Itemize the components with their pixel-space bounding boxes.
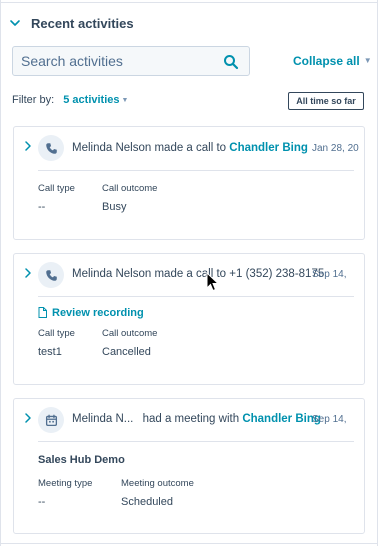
filter-bar: Filter by: 5 activities ▼ xyxy=(12,94,128,106)
filter-label: Filter by: xyxy=(12,94,55,106)
activities-filter-label: 5 activities xyxy=(63,94,120,106)
field-value[interactable]: test1 xyxy=(38,346,62,358)
activity-card[interactable]: Melinda Nelson made a call to Chandler B… xyxy=(13,126,365,240)
field-value[interactable]: -- xyxy=(38,496,45,508)
field-value[interactable]: -- xyxy=(38,201,45,213)
time-filter-button[interactable]: All time so far xyxy=(288,92,364,110)
activity-date: Sep 14, xyxy=(312,269,347,280)
divider xyxy=(38,441,354,442)
phone-icon xyxy=(38,262,64,288)
actor-name: Melinda Nelson xyxy=(72,142,152,154)
section-header[interactable]: Recent activities xyxy=(0,12,378,34)
collapse-all-button[interactable]: Collapse all ▼ xyxy=(293,54,372,68)
field-value[interactable]: Scheduled xyxy=(121,496,173,508)
field-label: Meeting type xyxy=(38,478,93,489)
contact-link[interactable]: Chandler Bing xyxy=(229,142,308,154)
search-icon[interactable] xyxy=(223,54,239,70)
chevron-right-icon[interactable] xyxy=(24,268,32,278)
document-icon xyxy=(38,307,47,318)
chevron-right-icon[interactable] xyxy=(24,413,32,423)
phone-icon xyxy=(38,135,64,161)
action-text: had a meeting with xyxy=(142,413,240,425)
section-title: Recent activities xyxy=(31,16,134,31)
activities-filter-link[interactable]: 5 activities ▼ xyxy=(63,94,128,106)
collapse-all-label: Collapse all xyxy=(293,54,360,68)
actor-name: Melinda Nelson xyxy=(72,268,152,280)
meeting-title: Sales Hub Demo xyxy=(38,454,125,466)
caret-down-icon: ▼ xyxy=(363,56,372,65)
phone-number: +1 (352) 238-8175 xyxy=(229,268,325,280)
contact-link[interactable]: Chandler Bing xyxy=(242,413,321,425)
calendar-icon xyxy=(38,407,64,433)
divider xyxy=(38,170,354,171)
activity-date: Sep 14, xyxy=(312,414,347,425)
top-divider xyxy=(0,2,378,3)
field-value[interactable]: Busy xyxy=(102,201,126,213)
activity-date: Jan 28, 20 xyxy=(312,143,359,154)
field-label: Meeting outcome xyxy=(121,478,194,489)
chevron-down-icon[interactable] xyxy=(9,17,21,29)
action-text: made a call to xyxy=(154,142,227,154)
caret-down-icon: ▼ xyxy=(121,97,129,104)
field-label: Call outcome xyxy=(102,328,158,339)
activity-card[interactable]: Melinda Nelson made a call to +1 (352) 2… xyxy=(13,253,365,385)
field-label: Call outcome xyxy=(102,183,158,194)
field-label: Call type xyxy=(38,328,75,339)
search-box[interactable] xyxy=(12,46,250,76)
review-recording-label: Review recording xyxy=(52,307,144,319)
search-input[interactable] xyxy=(13,47,213,75)
activity-summary: Melinda Nelson made a call to +1 (352) 2… xyxy=(72,268,324,280)
chevron-right-icon[interactable] xyxy=(24,141,32,151)
divider xyxy=(38,296,354,297)
field-label: Call type xyxy=(38,183,75,194)
review-recording-link[interactable]: Review recording xyxy=(38,307,144,319)
mouse-cursor-icon xyxy=(206,272,220,292)
bottom-divider xyxy=(0,543,378,544)
actor-name: Melinda N... xyxy=(72,413,134,425)
activity-summary: Melinda N... had a meeting with Chandler… xyxy=(72,413,321,425)
activity-card[interactable]: Melinda N... had a meeting with Chandler… xyxy=(13,398,365,534)
field-value[interactable]: Cancelled xyxy=(102,346,151,358)
activity-summary: Melinda Nelson made a call to Chandler B… xyxy=(72,142,308,154)
